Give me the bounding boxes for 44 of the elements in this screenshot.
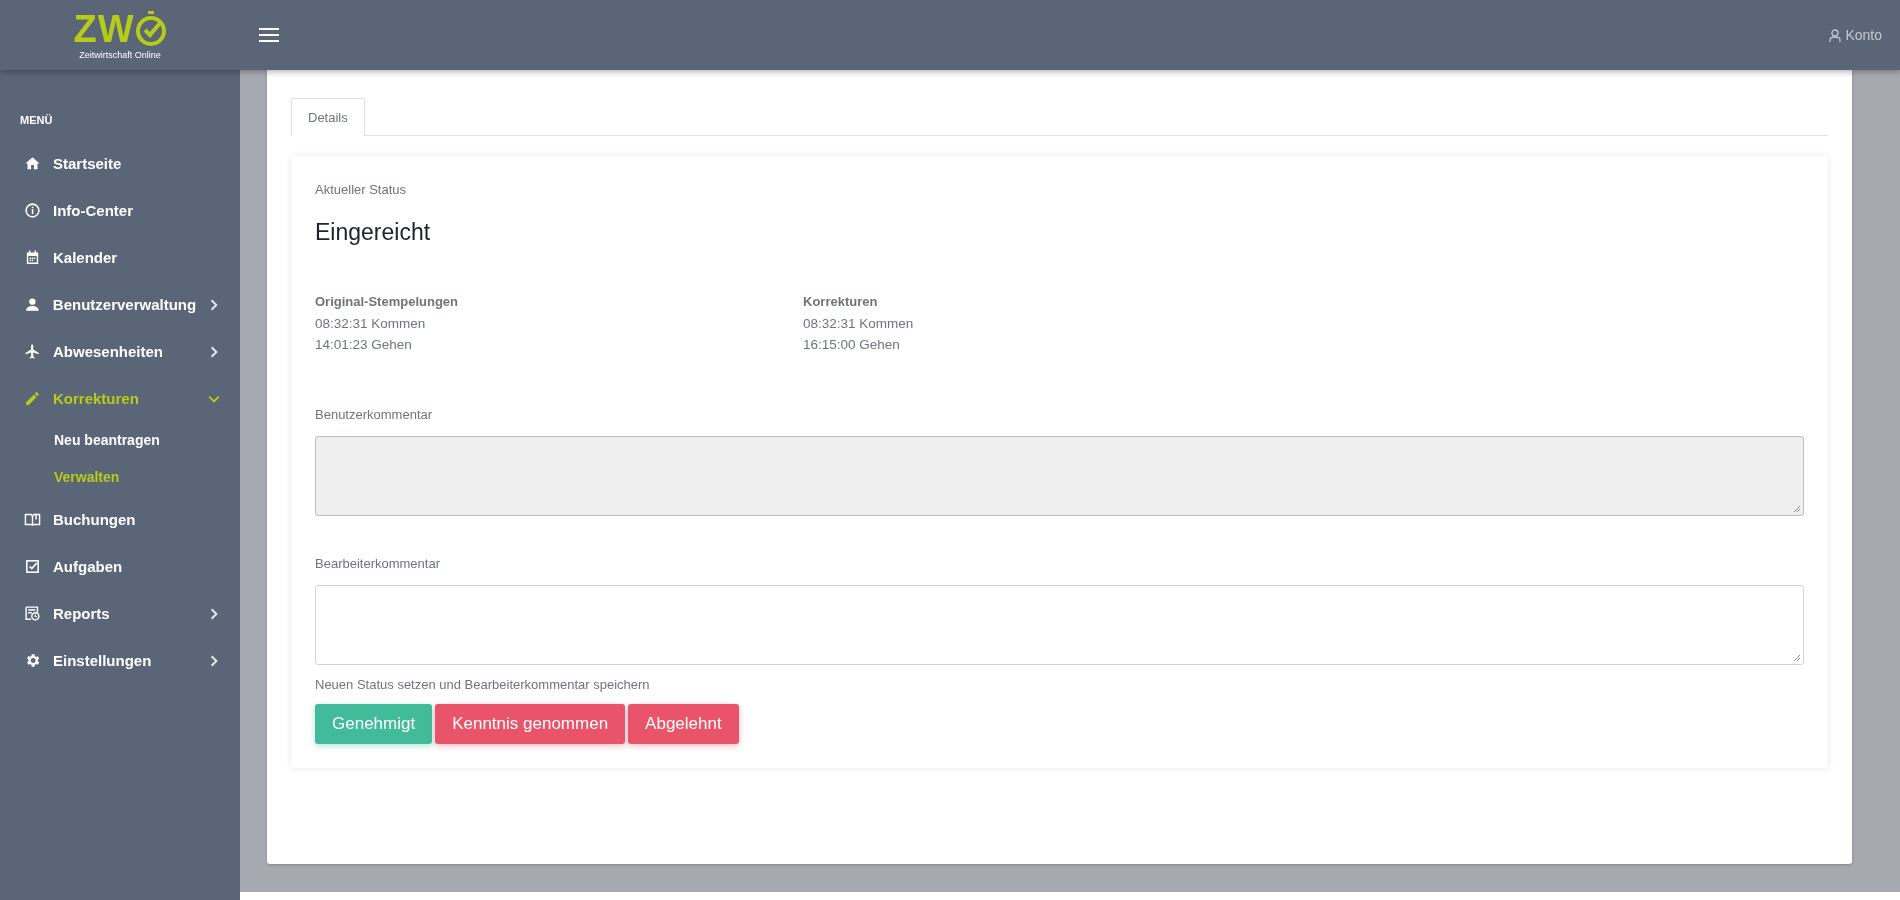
menu-heading: MENÜ [20,114,54,126]
sidebar-item[interactable]: Reports [0,590,240,637]
field-label: Bearbeiterkommentar [315,556,441,571]
settings-icon [24,652,41,669]
info-icon [24,202,41,219]
sidebar-item[interactable]: Einstellungen [0,637,240,684]
account-link[interactable]: Konto [1829,27,1882,43]
status-button[interactable]: Abgelehnt [628,704,739,744]
status-value: Eingereicht [315,219,432,246]
user-icon [1829,28,1842,42]
column-title: Original-Stempelungen [315,294,459,309]
stopwatch-check-icon [134,10,167,47]
status-button[interactable]: Kenntnis genommen [435,704,626,744]
stamp-entry: 08:32:31 Kommen [315,315,427,333]
calendar-icon [24,249,41,266]
user-icon [24,296,41,313]
checkbox-icon [24,558,41,575]
logo-text: ZW [73,11,135,46]
sidebar-item[interactable]: Aufgaben [0,543,240,590]
sidebar-item[interactable]: Startseite [0,140,240,187]
airplane-icon [24,343,41,360]
column-title: Korrekturen [803,294,879,309]
sidebar-item[interactable]: Benutzerverwaltung [0,281,240,328]
sidebar-item[interactable]: Korrekturen [0,375,240,422]
comment-field[interactable] [315,585,1804,665]
field-label: Benutzerkommentar [315,407,434,422]
resize-grip-icon[interactable] [1793,654,1801,662]
sidebar-item[interactable]: Kalender [0,234,240,281]
status-label: Aktueller Status [315,182,408,197]
tab[interactable]: Details [291,98,365,136]
stamp-entry: 08:32:31 Kommen [803,315,915,333]
stamp-entry: 16:15:00 Gehen [803,336,901,354]
action-hint: Neuen Status setzen und Bearbeiterkommentar speichern [315,677,651,692]
sidebar-item[interactable]: Buchungen [0,496,240,543]
stamp-entry: 14:01:23 Gehen [315,336,413,354]
submenu-item[interactable]: Neu beantragen [0,422,240,459]
pencil-icon [24,390,41,407]
report-icon [24,605,41,622]
book-icon [24,511,41,528]
submenu-item[interactable]: Verwalten [0,459,240,496]
sidebar-item[interactable]: Info-Center [0,187,240,234]
sidebar-item[interactable]: Abwesenheiten [0,328,240,375]
home-icon [24,155,41,172]
logo-tagline: Zeitwirtschaft Online [79,49,161,60]
